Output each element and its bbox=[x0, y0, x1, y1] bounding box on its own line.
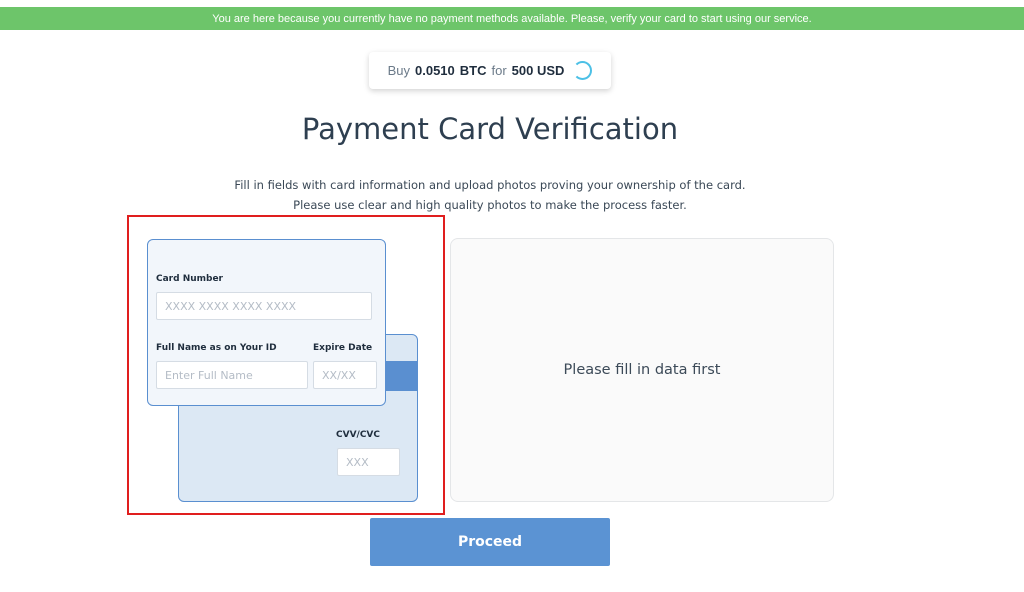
page-subtitle-line2: Please use clear and high quality photos… bbox=[293, 198, 687, 212]
full-name-label: Full Name as on Your ID bbox=[156, 343, 277, 353]
price-quote: Buy 0.0510 BTC for 500 USD bbox=[369, 52, 611, 89]
page-title: Payment Card Verification bbox=[301, 112, 679, 146]
price-currency: BTC bbox=[459, 63, 487, 78]
notice-banner: You are here because you currently have … bbox=[0, 7, 1024, 30]
expire-date-label: Expire Date bbox=[313, 343, 373, 353]
loading-spinner-icon bbox=[573, 61, 593, 80]
price-fiat: 500 USD bbox=[511, 63, 565, 78]
card-number-label: Card Number bbox=[156, 274, 223, 284]
card-number-input[interactable] bbox=[156, 292, 372, 320]
cvv-label: CVV/CVC bbox=[336, 430, 380, 440]
price-buy-label: Buy bbox=[387, 63, 410, 78]
full-name-input[interactable] bbox=[156, 361, 308, 389]
notice-banner-text: You are here because you currently have … bbox=[212, 12, 812, 25]
proceed-button[interactable]: Proceed bbox=[370, 518, 610, 566]
card-front: Card Number Full Name as on Your ID Expi… bbox=[147, 239, 386, 406]
page-subtitle-line1: Fill in fields with card information and… bbox=[234, 178, 746, 192]
price-amount: 0.0510 bbox=[415, 63, 455, 78]
preview-message: Please fill in data first bbox=[563, 362, 721, 378]
expire-date-input[interactable] bbox=[313, 361, 377, 389]
cvv-input[interactable] bbox=[337, 448, 400, 476]
photo-preview-panel: Please fill in data first bbox=[450, 238, 834, 502]
price-for-label: for bbox=[491, 63, 507, 78]
